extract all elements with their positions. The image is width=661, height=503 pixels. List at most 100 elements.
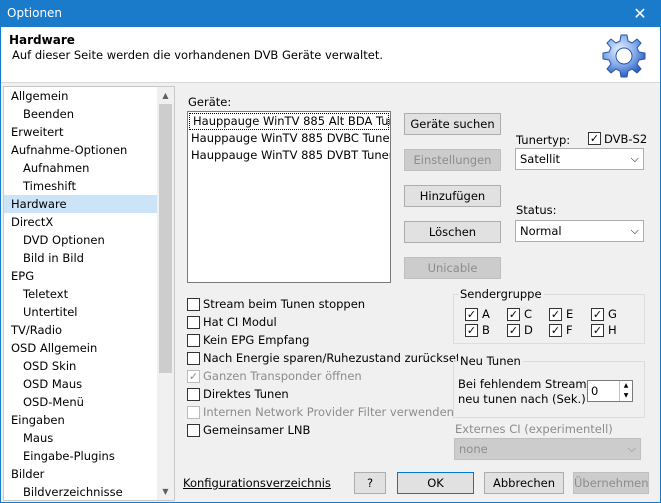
external-ci-select[interactable]: none ⌵	[454, 438, 641, 460]
cancel-label: Abbrechen	[493, 476, 555, 490]
settings-label: Einstellungen	[413, 153, 492, 167]
neu-tunen-title: Neu Tunen	[458, 354, 523, 368]
settings-button[interactable]: Einstellungen	[404, 149, 501, 171]
sendergruppe-checkbox[interactable]: ✓	[507, 308, 520, 321]
unicable-button[interactable]: Unicable	[404, 257, 501, 279]
check-icon: ✓	[508, 324, 519, 337]
option-checkbox[interactable]	[187, 406, 200, 419]
nav-item[interactable]: Erweitert	[4, 123, 174, 141]
nav-item[interactable]: OSD Maus	[4, 375, 174, 393]
option-checkbox[interactable]	[187, 298, 200, 311]
sendergruppe-checkbox[interactable]: ✓	[591, 308, 604, 321]
chevron-down-icon: ⌵	[627, 442, 636, 455]
category-tree[interactable]: Allgemein Beenden Erweitert Aufnahme-Option…	[3, 86, 175, 501]
config-directory-link[interactable]: Konfigurationsverzeichnis	[183, 476, 331, 490]
check-icon: ✓	[592, 324, 603, 337]
nav-item[interactable]: Timeshift	[4, 177, 174, 195]
sendergruppe-label: H	[608, 323, 617, 337]
tree-scrollbar[interactable]: ▲ ▼	[157, 87, 174, 500]
scroll-down-icon[interactable]: ▼	[157, 483, 174, 500]
cancel-button[interactable]: Abbrechen	[484, 472, 564, 494]
nav-item[interactable]: DirectX	[4, 213, 174, 231]
sendergruppe-checkbox[interactable]: ✓	[591, 324, 604, 337]
sendergruppe-label: F	[566, 323, 573, 337]
nav-item[interactable]: Eingabe-Plugins	[4, 447, 174, 465]
sendergruppe-checkbox[interactable]: ✓	[465, 308, 478, 321]
option-checkbox[interactable]	[187, 352, 200, 365]
hardware-page: Geräte: Hauppauge WinTV 885 Alt BDA Tune…	[177, 86, 660, 502]
option-checkbox[interactable]: ✓	[187, 370, 200, 383]
spin-down-icon[interactable]: ▼	[619, 391, 632, 401]
sendergruppe-checkbox[interactable]: ✓	[507, 324, 520, 337]
option-checkbox[interactable]	[187, 316, 200, 329]
nav-item[interactable]: TV/Radio	[4, 321, 174, 339]
option-label: Gemeinsamer LNB	[203, 423, 311, 437]
external-ci-value: none	[459, 442, 488, 456]
nav-item[interactable]: Teletext	[4, 285, 174, 303]
ok-button[interactable]: OK	[397, 472, 474, 494]
ok-label: OK	[427, 476, 444, 490]
close-icon[interactable]: ✕	[620, 1, 660, 27]
nav-item[interactable]: Maus	[4, 429, 174, 447]
neu-tunen-line2: neu tunen nach (Sek.)	[458, 392, 586, 406]
nav-item[interactable]: Bild in Bild	[4, 249, 174, 267]
option-checkbox[interactable]	[187, 388, 200, 401]
check-icon: ✓	[550, 308, 561, 321]
delete-button[interactable]: Löschen	[404, 221, 501, 243]
nav-item[interactable]: Hardware	[4, 195, 174, 213]
spin-up-icon[interactable]: ▲	[619, 381, 632, 391]
check-icon: ✓	[466, 324, 477, 337]
nav-item[interactable]: Aufnahmen	[4, 159, 174, 177]
status-select[interactable]: Normal ⌵	[515, 220, 644, 242]
scrollbar-thumb[interactable]	[159, 104, 172, 373]
delete-label: Löschen	[428, 225, 477, 239]
nav-item[interactable]: Eingaben	[4, 411, 174, 429]
external-ci-label: Externes CI (experimentell)	[455, 422, 613, 436]
retune-seconds-value: 0	[591, 384, 599, 398]
sendergruppe-checkbox[interactable]: ✓	[549, 324, 562, 337]
device-list-item[interactable]: Hauppauge WinTV 885 Alt BDA Tuner	[189, 113, 390, 130]
tuner-type-label: Tunertyp:	[516, 133, 571, 147]
nav-item[interactable]: OSD-Menü	[4, 393, 174, 411]
chevron-down-icon: ⌵	[630, 224, 639, 237]
nav-item[interactable]: Allgemein	[4, 87, 174, 105]
device-list[interactable]: Hauppauge WinTV 885 Alt BDA Tuner Hauppau…	[187, 111, 391, 283]
nav-item[interactable]: OSD Skin	[4, 357, 174, 375]
devices-label: Geräte:	[188, 95, 232, 109]
nav-item[interactable]: EPG	[4, 267, 174, 285]
sendergruppe-label: B	[482, 323, 490, 337]
nav-item[interactable]: Aufnahme-Optionen	[4, 141, 174, 159]
option-label: Direktes Tunen	[203, 387, 289, 401]
sendergruppe-label: D	[524, 323, 533, 337]
window-title: Optionen	[7, 6, 63, 20]
dvbs2-checkbox[interactable]: ✓	[588, 132, 601, 145]
tuner-type-select[interactable]: Satellit ⌵	[515, 148, 644, 170]
check-icon: ✓	[592, 308, 603, 321]
device-list-item[interactable]: Hauppauge WinTV 885 DVBC Tuner/D	[188, 131, 390, 148]
help-button[interactable]: ?	[354, 472, 386, 494]
nav-item[interactable]: Bilder	[4, 465, 174, 483]
page-description: Auf dieser Seite werden die vorhandenen …	[12, 48, 383, 62]
scroll-up-icon[interactable]: ▲	[157, 87, 174, 104]
nav-item[interactable]: OSD Allgemein	[4, 339, 174, 357]
help-label: ?	[366, 476, 374, 490]
option-checkbox[interactable]	[187, 424, 200, 437]
retune-seconds-spinner[interactable]: 0 ▲ ▼	[587, 380, 633, 402]
nav-item[interactable]: Untertitel	[4, 303, 174, 321]
sendergruppe-label: A	[482, 307, 490, 321]
unicable-label: Unicable	[427, 261, 478, 275]
title-bar: Optionen ✕	[1, 1, 660, 27]
device-list-item[interactable]: Hauppauge WinTV 885 DVBT Tuner/D	[188, 148, 390, 165]
add-label: Hinzufügen	[419, 189, 486, 203]
option-checkbox[interactable]	[187, 334, 200, 347]
nav-item[interactable]: DVD Optionen	[4, 231, 174, 249]
sendergruppe-checkbox[interactable]: ✓	[465, 324, 478, 337]
search-devices-button[interactable]: Geräte suchen	[404, 113, 501, 135]
add-button[interactable]: Hinzufügen	[404, 185, 501, 207]
sendergruppe-checkbox[interactable]: ✓	[549, 308, 562, 321]
nav-item[interactable]: Bildverzeichnisse	[4, 483, 174, 500]
nav-item[interactable]: Beenden	[4, 105, 174, 123]
apply-button[interactable]: Übernehmen	[573, 472, 649, 494]
category-list: Allgemein Beenden Erweitert Aufnahme-Option…	[4, 87, 174, 500]
neu-tunen-line1: Bei fehlendem Stream	[458, 377, 587, 391]
